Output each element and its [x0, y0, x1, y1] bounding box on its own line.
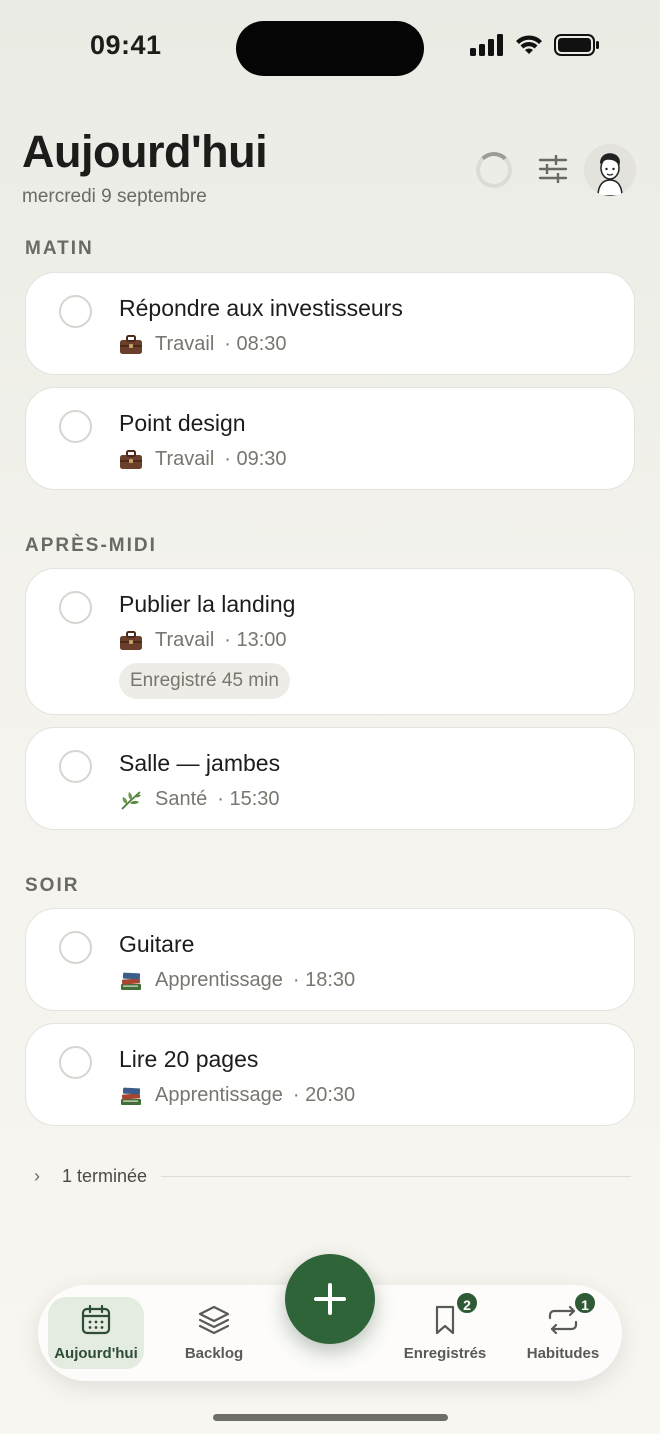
briefcase-emoji-icon: [120, 449, 142, 469]
task-category: Travail: [155, 333, 215, 355]
task-meta: Travail · 13:00: [119, 629, 291, 652]
status-icons: [470, 34, 600, 56]
task-time: · 18:30: [292, 969, 356, 991]
task-checkbox[interactable]: [59, 1046, 92, 1079]
task-meta: Apprentissage · 20:30: [119, 1084, 359, 1107]
habits-count-badge: 1: [573, 1291, 597, 1315]
task-meta: Santé · 15:30: [119, 788, 284, 811]
calendar-icon: [81, 1304, 111, 1335]
task-title: Point design: [119, 410, 246, 436]
completed-toggle[interactable]: › 1 terminée: [34, 1166, 631, 1187]
tab-label: Enregistrés: [403, 1345, 487, 1362]
divider: [161, 1175, 631, 1178]
task-time: · 15:30: [217, 788, 280, 810]
briefcase-emoji-icon: [120, 630, 142, 650]
tab-label: Habitudes: [526, 1345, 600, 1362]
task-title: Publier la landing: [119, 591, 296, 617]
task-category: Apprentissage: [155, 1084, 283, 1106]
tab-label: Aujourd'hui: [54, 1345, 138, 1362]
task-title: Répondre aux investisseurs: [119, 295, 403, 321]
task-time: · 20:30: [292, 1084, 356, 1106]
user-avatar-icon: [597, 153, 623, 196]
books-emoji-icon: [121, 972, 141, 990]
task-category: Travail: [155, 448, 215, 470]
task-time: · 08:30: [224, 333, 287, 355]
books-emoji-icon: [121, 1087, 141, 1105]
task-category: Travail: [155, 629, 215, 651]
task-card[interactable]: Répondre aux investisseurs Travail · 08:…: [25, 272, 635, 375]
tab-habits[interactable]: 1 Habitudes: [515, 1291, 611, 1369]
section-label-evening: SOIR: [25, 875, 80, 896]
tab-saved[interactable]: 2 Enregistrés: [397, 1291, 493, 1369]
page-title: Aujourd'hui: [22, 126, 268, 177]
add-task-button[interactable]: [285, 1254, 375, 1344]
tab-label: Backlog: [184, 1345, 244, 1362]
task-title: Salle — jambes: [119, 750, 281, 776]
task-title: Guitare: [119, 931, 195, 957]
layers-icon: [198, 1305, 230, 1335]
briefcase-emoji-icon: [120, 334, 142, 354]
completed-label: 1 terminée: [62, 1166, 148, 1186]
chevron-right-icon: ›: [34, 1166, 40, 1186]
task-checkbox[interactable]: [59, 931, 92, 964]
task-meta: Travail · 08:30: [119, 333, 291, 356]
tab-today[interactable]: Aujourd'hui: [48, 1297, 144, 1369]
task-meta: Travail · 09:30: [119, 448, 291, 471]
task-card[interactable]: Guitare Apprentissage · 18:30: [25, 908, 635, 1011]
task-category: Apprentissage: [155, 969, 283, 991]
task-checkbox[interactable]: [59, 410, 92, 443]
task-time: · 13:00: [224, 629, 287, 651]
saved-count-badge: 2: [455, 1291, 479, 1315]
task-meta: Apprentissage · 18:30: [119, 969, 359, 992]
logged-time-chip: Enregistré 45 min: [119, 663, 290, 699]
sync-spinner-icon: [476, 152, 512, 188]
page-date: mercredi 9 septembre: [22, 186, 207, 207]
avatar[interactable]: [584, 144, 636, 196]
task-checkbox[interactable]: [59, 750, 92, 783]
herb-emoji-icon: [121, 790, 141, 810]
task-checkbox[interactable]: [59, 591, 92, 624]
home-indicator: [213, 1414, 448, 1421]
task-card[interactable]: Point design Travail · 09:30: [25, 387, 635, 490]
task-card[interactable]: Publier la landing Travail · 13:00 Enreg…: [25, 568, 635, 715]
task-time: · 09:30: [224, 448, 287, 470]
wifi-icon: [516, 35, 542, 54]
filter-sliders-icon[interactable]: [536, 152, 570, 186]
cellular-signal-icon: [470, 34, 503, 56]
task-card[interactable]: Lire 20 pages Apprentissage · 20:30: [25, 1023, 635, 1126]
plus-icon: [314, 1283, 346, 1315]
status-time: 09:41: [90, 30, 162, 60]
task-title: Lire 20 pages: [119, 1046, 259, 1072]
dynamic-island: [236, 21, 424, 76]
section-label-morning: MATIN: [25, 238, 94, 259]
battery-icon: [554, 34, 599, 56]
tab-backlog[interactable]: Backlog: [166, 1297, 262, 1369]
task-checkbox[interactable]: [59, 295, 92, 328]
task-category: Santé: [155, 788, 208, 810]
task-card[interactable]: Salle — jambes Santé · 15:30: [25, 727, 635, 830]
section-label-afternoon: APRÈS-MIDI: [25, 535, 157, 556]
